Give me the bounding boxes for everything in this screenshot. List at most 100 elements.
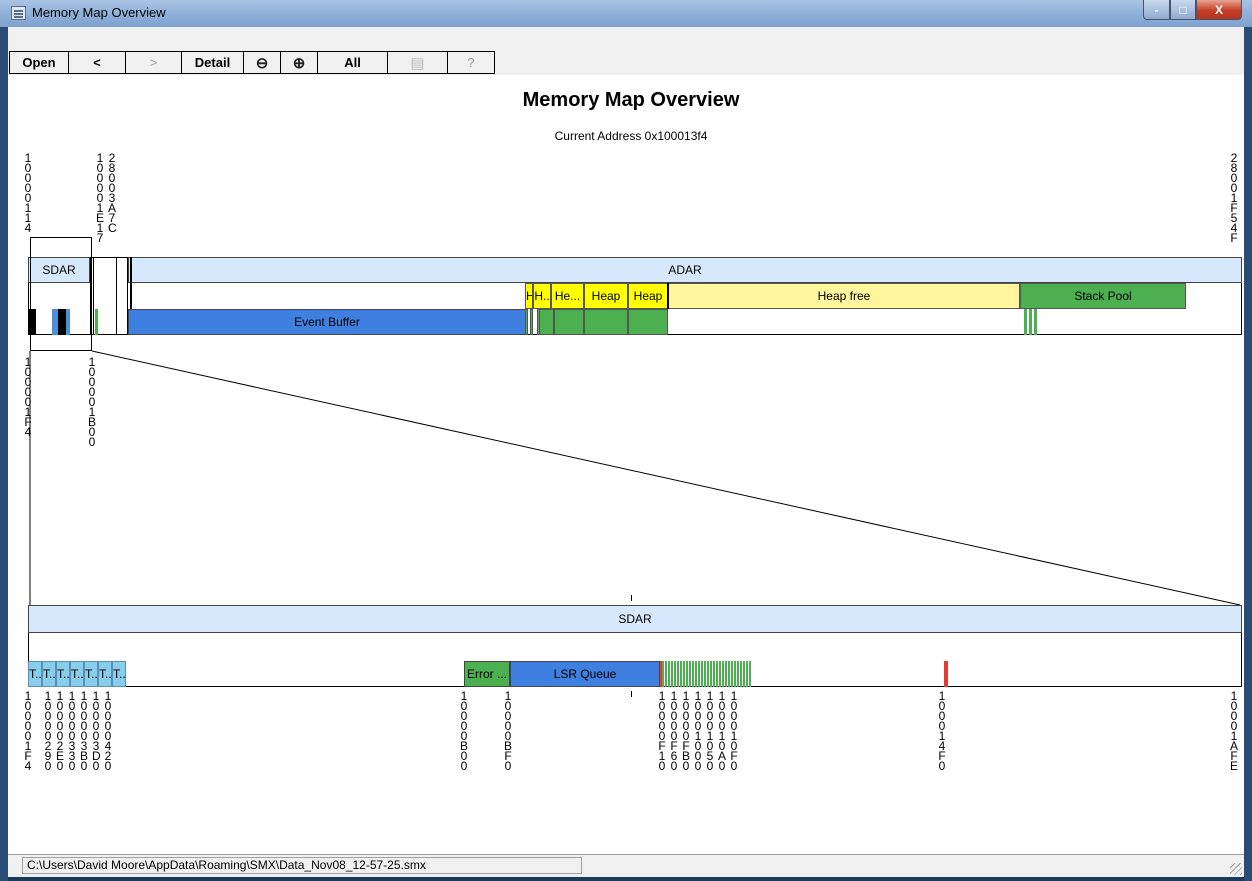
stack-block [1029, 309, 1032, 335]
address-label: 1 0 0 0 1 0 F 0 [730, 689, 738, 773]
tick [631, 691, 632, 697]
address-label: 1 0 0 0 1 0 0 0 [694, 689, 702, 773]
stack-stripe [731, 661, 733, 687]
task-block[interactable]: T... [70, 661, 84, 687]
window-frame-right [1244, 27, 1252, 881]
stack-block [1024, 309, 1027, 335]
tick [631, 595, 632, 601]
minimize-button[interactable]: - [1143, 0, 1170, 20]
toolbar: Open < > Detail ⊖ ⊕ All ▤? [8, 27, 1244, 76]
window-title: Memory Map Overview [32, 5, 166, 20]
marker [660, 661, 662, 687]
stack-stripe [704, 661, 706, 687]
heap-block-label: Heap [633, 289, 663, 303]
task-block[interactable]: T... [98, 661, 112, 687]
heap-block[interactable]: Heap [628, 283, 668, 309]
error-block[interactable]: Error ... [464, 661, 510, 687]
zoom-in-icon: ⊕ [292, 54, 306, 72]
stack-stripe [707, 661, 709, 687]
stack-stripe [749, 661, 751, 687]
zoom-in-button[interactable]: ⊕ [281, 51, 318, 74]
open-button[interactable]: Open [9, 51, 69, 74]
stack-stripe [692, 661, 694, 687]
stack-stripe [728, 661, 730, 687]
all-label: All [344, 55, 361, 70]
address-label: 1 0 0 0 0 1 1 4 [24, 151, 32, 235]
address-label: 2 8 0 0 3 A 7 C [108, 151, 117, 235]
heap-block[interactable]: Heap free [668, 283, 1020, 309]
address-label: 1 0 0 0 1 A F E [1230, 689, 1239, 773]
task-block[interactable]: T... [56, 661, 70, 687]
stack-stripe [743, 661, 745, 687]
address-label: 1 0 0 0 0 1 F 4 [24, 689, 32, 773]
zoom-selection[interactable] [30, 237, 92, 351]
event-buffer-block-label: Event Buffer [294, 315, 360, 329]
help-button[interactable]: ? [448, 51, 495, 74]
stack-stripe [719, 661, 721, 687]
address-label: 2 8 0 0 1 F 5 4 F [1230, 151, 1238, 245]
window-controls: - □ X [1143, 0, 1242, 20]
stack-stripe [722, 661, 724, 687]
stack-stripe [716, 661, 718, 687]
stack-stripe [695, 661, 697, 687]
title-bar[interactable]: Memory Map Overview - □ X [0, 0, 1252, 28]
stack-block [1034, 309, 1037, 335]
stack-stripe [734, 661, 736, 687]
task-block-label: T... [43, 667, 55, 681]
heap-block[interactable]: Heap [584, 283, 628, 309]
address-label: 1 0 0 0 1 0 5 0 [706, 689, 714, 773]
address-label: 1 0 0 0 0 1 E 1 7 [96, 151, 105, 245]
heap-block-label: He... [554, 289, 581, 303]
address-label: 1 0 0 0 0 2 9 0 [44, 689, 52, 773]
stack-block [525, 309, 528, 335]
heap-block[interactable]: Stack Pool [1020, 283, 1186, 309]
detail-region-sdar[interactable]: SDAR [28, 605, 1242, 633]
stack-block [554, 309, 584, 335]
heap-block[interactable]: He... [551, 283, 584, 309]
stack-block [628, 309, 668, 335]
task-block-label: T... [113, 667, 125, 681]
sdar-segment [95, 309, 98, 335]
address-label: 1 0 0 0 0 1 F 4 [24, 355, 32, 439]
zoom-out-button[interactable]: ⊖ [244, 51, 281, 74]
stack-stripe [662, 661, 664, 687]
forward-label: > [149, 55, 158, 70]
region-adar[interactable]: ADAR [128, 257, 1242, 283]
app-window: Memory Map Overview - □ X Open < > Detail ⊖ ⊕… [0, 0, 1252, 881]
stack-stripe [671, 661, 673, 687]
heap-marker [667, 283, 669, 309]
task-block-label: T... [99, 667, 111, 681]
task-block[interactable]: T... [42, 661, 56, 687]
all-button[interactable]: All [318, 51, 388, 74]
address-label: 1 0 0 0 0 2 E 0 [56, 689, 65, 773]
stack-stripe [746, 661, 748, 687]
stack-stripe [725, 661, 727, 687]
task-block-label: T... [29, 667, 41, 681]
stack-block [539, 309, 554, 335]
document-button[interactable]: ▤ [388, 51, 448, 74]
close-button[interactable]: X [1196, 0, 1242, 20]
task-block[interactable]: T... [84, 661, 98, 687]
heap-block[interactable]: H.. [533, 283, 551, 309]
detail-region-sdar-label: SDAR [618, 612, 652, 626]
address-label: 1 0 0 0 0 1 B 0 0 [88, 355, 97, 449]
marker [944, 661, 948, 687]
forward-button[interactable]: > [126, 51, 182, 74]
resize-grip-icon[interactable] [1230, 863, 1242, 875]
address-label: 1 0 0 0 0 B 0 0 [460, 689, 469, 773]
toolbar-buttons: Open < > Detail ⊖ ⊕ All ▤? [9, 51, 495, 74]
back-button[interactable]: < [69, 51, 126, 74]
maximize-button[interactable]: □ [1170, 0, 1196, 20]
stack-stripe [713, 661, 715, 687]
event-buffer-block[interactable]: Event Buffer [128, 309, 526, 335]
memory-map-canvas[interactable]: Memory Map Overview Current Address 0x10… [18, 75, 1244, 799]
task-block[interactable]: T... [112, 661, 126, 687]
lsr-queue-block[interactable]: LSR Queue [510, 661, 660, 687]
task-block[interactable]: T... [28, 661, 42, 687]
heap-block[interactable]: H [525, 283, 533, 309]
detail-button[interactable]: Detail [182, 51, 244, 74]
stack-block [530, 309, 533, 335]
address-label: 1 0 0 0 0 3 B 0 [80, 689, 89, 773]
error-block-label: Error ... [466, 667, 507, 681]
region-adar-label: ADAR [668, 263, 702, 277]
